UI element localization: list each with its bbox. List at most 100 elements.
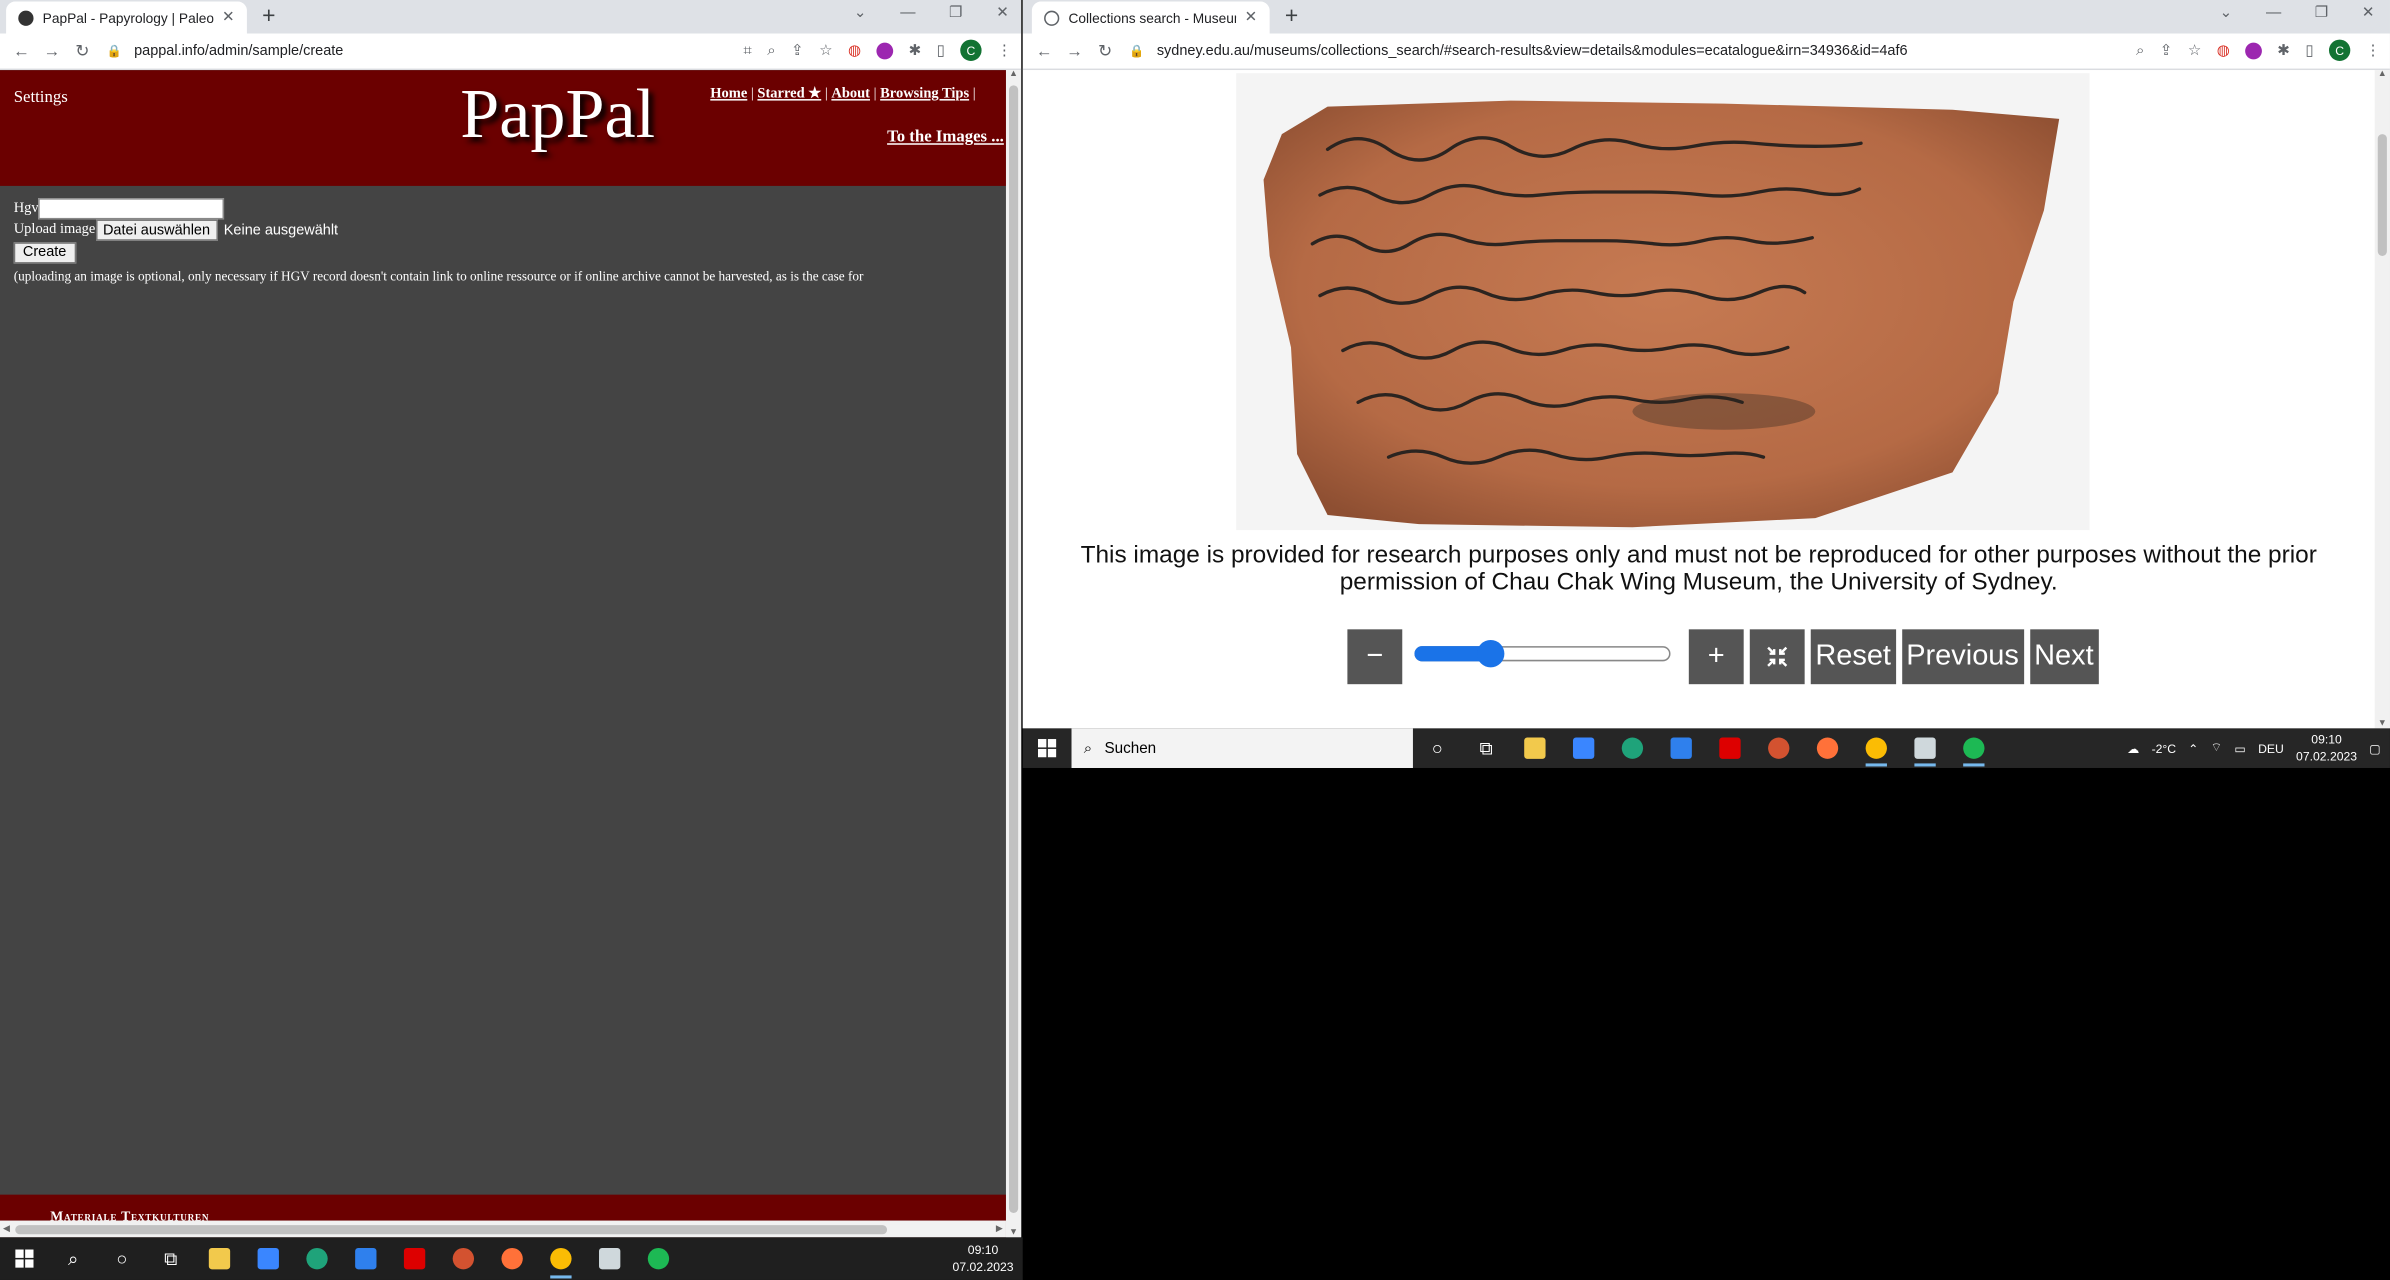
bookmark-star-icon[interactable]: ☆ xyxy=(2188,42,2202,59)
chevron-up-icon[interactable]: ⌃ xyxy=(2188,741,2198,755)
profile-avatar[interactable]: C xyxy=(960,39,982,61)
close-tab-icon[interactable]: ✕ xyxy=(222,9,235,26)
taskbar-search-box[interactable]: ⌕ Suchen xyxy=(1071,728,1413,768)
nav-link-home[interactable]: Home xyxy=(710,87,747,102)
back-icon[interactable]: ← xyxy=(1029,42,1059,60)
battery-icon[interactable]: ▭ xyxy=(2234,741,2246,755)
sidepanel-icon[interactable]: ▯ xyxy=(937,42,945,59)
start-button[interactable] xyxy=(0,1237,49,1280)
chrome-icon[interactable] xyxy=(537,1237,586,1280)
tab-pappal[interactable]: PapPal - Papyrology | Paleograph ✕ xyxy=(6,1,247,34)
reset-button[interactable]: Reset xyxy=(1810,629,1896,685)
task-view-icon[interactable]: ⧉ xyxy=(1462,728,1511,768)
zoom-slider[interactable] xyxy=(1414,629,1676,684)
reload-icon[interactable]: ↻ xyxy=(67,41,97,61)
nav-link-starred[interactable]: Starred ★ xyxy=(757,87,821,102)
scroll-down-icon[interactable]: ▼ xyxy=(2378,719,2387,728)
zoom-in-button[interactable]: + xyxy=(1688,629,1744,685)
hgv-input[interactable] xyxy=(38,198,225,220)
hscrollbar-thumb[interactable] xyxy=(15,1225,888,1235)
menu-icon[interactable]: ⋮ xyxy=(2366,42,2381,59)
file-explorer-icon[interactable] xyxy=(195,1237,244,1280)
address-bar[interactable]: 🔒 pappal.info/admin/sample/create xyxy=(107,43,344,60)
close-window-icon[interactable]: ✕ xyxy=(996,5,1009,22)
forward-icon[interactable]: → xyxy=(37,42,67,60)
extension-purple-icon[interactable] xyxy=(2245,41,2263,59)
language-indicator[interactable]: DEU xyxy=(2258,741,2284,755)
slider-knob[interactable] xyxy=(1476,639,1504,668)
minimize-icon[interactable]: — xyxy=(2266,5,2281,22)
extension-red-icon[interactable]: ◍ xyxy=(848,42,861,59)
back-icon[interactable]: ← xyxy=(6,42,36,60)
nav-link-browsing-tips[interactable]: Browsing Tips xyxy=(880,87,969,102)
mail-icon[interactable] xyxy=(341,1237,390,1280)
share-icon[interactable]: ⇪ xyxy=(791,42,804,59)
menu-icon[interactable]: ⋮ xyxy=(997,42,1012,59)
extension-purple-icon[interactable] xyxy=(876,41,894,59)
extensions-puzzle-icon[interactable]: ✱ xyxy=(909,42,922,59)
network-icon[interactable]: ⌔ xyxy=(2211,741,2222,756)
tab-search-icon[interactable]: ⌄ xyxy=(854,5,867,22)
scroll-up-icon[interactable]: ▲ xyxy=(2378,70,2387,79)
share-icon[interactable]: ⇪ xyxy=(2160,42,2173,59)
settings-link[interactable]: Settings xyxy=(14,88,68,106)
bookmark-star-icon[interactable]: ☆ xyxy=(819,42,833,59)
restore-icon[interactable]: ❐ xyxy=(949,5,963,22)
weather-temperature[interactable]: -2°C xyxy=(2152,741,2177,755)
ostracon-image[interactable] xyxy=(1236,73,2090,531)
close-tab-icon[interactable]: ✕ xyxy=(1245,9,1258,26)
app-window-icon[interactable] xyxy=(585,1237,634,1280)
close-window-icon[interactable]: ✕ xyxy=(2362,5,2375,22)
app-window-icon[interactable] xyxy=(1901,728,1950,768)
store-icon[interactable] xyxy=(244,1237,293,1280)
start-button[interactable] xyxy=(1023,728,1072,768)
scroll-down-icon[interactable]: ▼ xyxy=(1009,1228,1018,1237)
fullscreen-button[interactable] xyxy=(1749,629,1805,685)
extension-red-icon[interactable]: ◍ xyxy=(2217,42,2230,59)
mail-icon[interactable] xyxy=(1657,728,1706,768)
tab-search-icon[interactable]: ⌄ xyxy=(2220,5,2233,22)
right-vertical-scrollbar[interactable]: ▲ ▼ xyxy=(2374,70,2390,729)
store-icon[interactable] xyxy=(1559,728,1608,768)
task-view-icon[interactable]: ⧉ xyxy=(146,1237,195,1280)
cortana-icon[interactable]: ○ xyxy=(98,1237,147,1280)
create-button[interactable]: Create xyxy=(13,241,76,263)
scroll-up-icon[interactable]: ▲ xyxy=(1009,70,1018,79)
notifications-icon[interactable]: ▢ xyxy=(2369,741,2381,755)
cortana-icon[interactable]: ○ xyxy=(1413,728,1462,768)
minimize-icon[interactable]: — xyxy=(900,5,915,22)
profile-avatar[interactable]: C xyxy=(2328,39,2351,61)
scroll-right-icon[interactable]: ▶ xyxy=(996,1224,1003,1234)
new-tab-icon[interactable]: + xyxy=(262,3,275,29)
scrollbar-thumb[interactable] xyxy=(1009,85,1019,1213)
previous-button[interactable]: Previous xyxy=(1901,629,2024,685)
left-horizontal-scrollbar[interactable]: ◀ ▶ xyxy=(0,1220,1006,1238)
zoom-icon[interactable]: ⌕ xyxy=(767,42,776,59)
pappal-logo[interactable]: PapPal xyxy=(460,73,655,154)
restore-icon[interactable]: ❐ xyxy=(2315,5,2329,22)
address-bar[interactable]: 🔒 sydney.edu.au/museums/collections_sear… xyxy=(1129,43,1907,60)
firefox-icon[interactable] xyxy=(1803,728,1852,768)
spotify-icon[interactable] xyxy=(1949,728,1998,768)
nav-link-about[interactable]: About xyxy=(831,87,870,102)
spotify-icon[interactable] xyxy=(634,1237,683,1280)
edge-icon[interactable] xyxy=(293,1237,342,1280)
acrobat-icon[interactable] xyxy=(1706,728,1755,768)
search-icon[interactable]: ⌕ xyxy=(49,1237,98,1280)
powerpoint-icon[interactable] xyxy=(439,1237,488,1280)
translate-icon[interactable]: ⌗ xyxy=(743,42,752,59)
reload-icon[interactable]: ↻ xyxy=(1090,41,1120,61)
acrobat-icon[interactable] xyxy=(390,1237,439,1280)
chrome-icon[interactable] xyxy=(1852,728,1901,768)
taskbar-clock[interactable]: 09:10 07.02.2023 xyxy=(953,1242,1014,1276)
new-tab-icon[interactable]: + xyxy=(1285,3,1298,29)
tab-collections[interactable]: Collections search - Museums - ✕ xyxy=(1031,1,1270,34)
taskbar-clock[interactable]: 09:10 07.02.2023 xyxy=(2296,731,2357,765)
zoom-icon[interactable]: ⌕ xyxy=(2136,42,2145,59)
zoom-out-button[interactable]: − xyxy=(1347,629,1403,685)
powerpoint-icon[interactable] xyxy=(1754,728,1803,768)
to-images-link[interactable]: To the Images ... xyxy=(887,128,1004,146)
scroll-left-icon[interactable]: ◀ xyxy=(3,1224,10,1234)
scrollbar-thumb[interactable] xyxy=(2377,134,2387,256)
weather-cloud-icon[interactable]: ☁ xyxy=(2127,741,2139,755)
